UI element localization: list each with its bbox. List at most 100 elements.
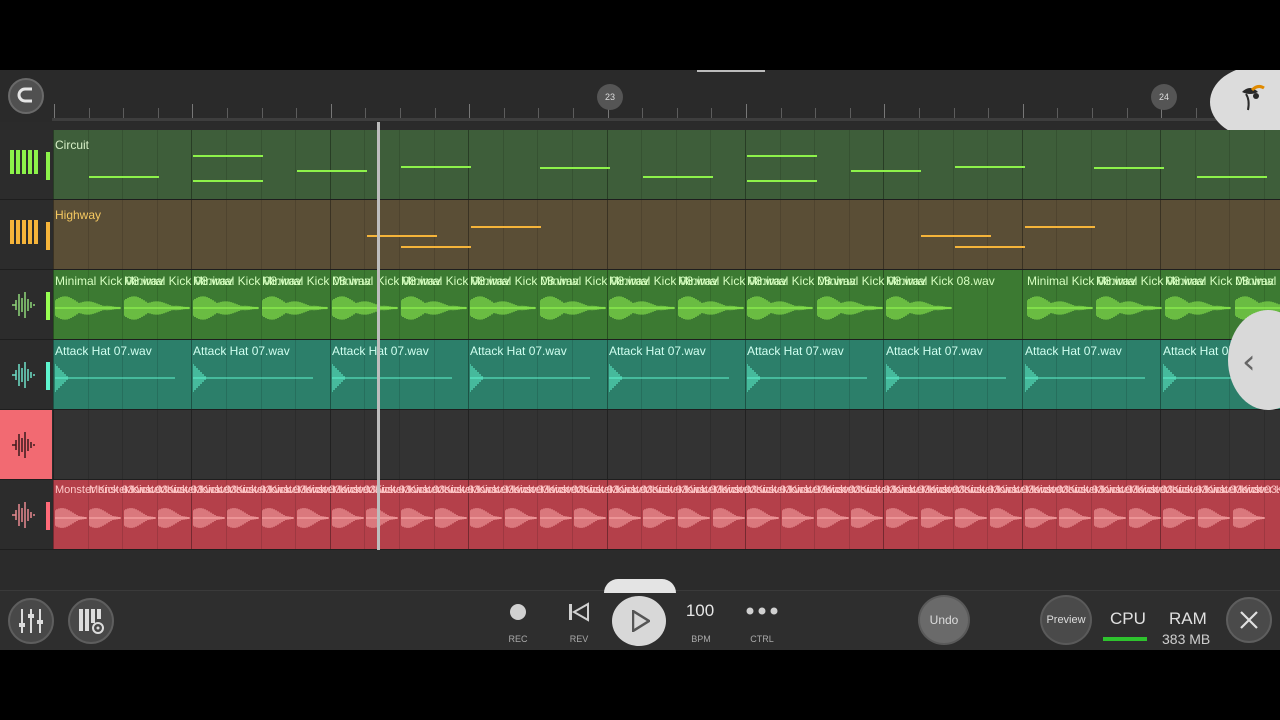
audio-waveform[interactable]	[1027, 290, 1093, 326]
track-lane-highway[interactable]: Highway	[53, 200, 1280, 269]
audio-waveform[interactable]	[1025, 500, 1057, 536]
audio-waveform[interactable]	[574, 500, 606, 536]
bar-marker-23[interactable]: 23	[597, 84, 623, 110]
skip-back-icon[interactable]	[568, 602, 590, 622]
audio-waveform[interactable]	[1059, 500, 1091, 536]
midi-note[interactable]	[1197, 176, 1267, 178]
undo-button[interactable]: Undo	[918, 595, 970, 645]
audio-waveform[interactable]	[401, 500, 433, 536]
timeline-ruler[interactable]: 23 24	[0, 70, 1280, 138]
audio-waveform[interactable]	[401, 290, 467, 326]
audio-waveform[interactable]	[678, 290, 744, 326]
audio-waveform[interactable]	[55, 290, 121, 326]
midi-note[interactable]	[747, 180, 817, 182]
audio-waveform[interactable]	[1025, 360, 1145, 396]
audio-waveform[interactable]	[817, 290, 883, 326]
audio-waveform[interactable]	[470, 290, 536, 326]
bar-marker-24[interactable]: 24	[1151, 84, 1177, 110]
play-button[interactable]	[612, 596, 666, 646]
audio-waveform[interactable]	[124, 500, 156, 536]
preview-button[interactable]: Preview	[1040, 595, 1092, 645]
audio-waveform[interactable]	[990, 500, 1022, 536]
audio-waveform[interactable]	[1094, 500, 1126, 536]
audio-waveform[interactable]	[193, 360, 313, 396]
audio-waveform[interactable]	[435, 500, 467, 536]
audio-waveform[interactable]	[262, 290, 328, 326]
audio-waveform[interactable]	[540, 290, 606, 326]
audio-waveform[interactable]	[332, 360, 452, 396]
midi-note[interactable]	[851, 170, 921, 172]
audio-waveform[interactable]	[470, 360, 590, 396]
audio-waveform[interactable]	[89, 500, 121, 536]
audio-waveform[interactable]	[297, 500, 329, 536]
track-lane-kick[interactable]: Minimal Kick 08.wav Minimal Kick 08.wav Mi…	[53, 270, 1280, 339]
piano-roll-settings-button[interactable]	[68, 598, 114, 644]
track-header-highway[interactable]	[0, 200, 52, 269]
audio-waveform[interactable]	[366, 500, 398, 536]
audio-waveform[interactable]	[332, 290, 398, 326]
audio-waveform[interactable]	[55, 360, 175, 396]
audio-waveform[interactable]	[1129, 500, 1161, 536]
audio-waveform[interactable]	[643, 500, 675, 536]
audio-waveform[interactable]	[886, 500, 918, 536]
audio-waveform[interactable]	[1163, 500, 1195, 536]
snap-magnet-button[interactable]	[8, 78, 44, 114]
audio-waveform[interactable]	[747, 290, 813, 326]
midi-note[interactable]	[955, 246, 1025, 248]
audio-waveform[interactable]	[886, 360, 1006, 396]
audio-waveform[interactable]	[678, 500, 710, 536]
tempo-value[interactable]: 100	[680, 601, 720, 621]
audio-waveform[interactable]	[193, 290, 259, 326]
audio-waveform[interactable]	[1096, 290, 1162, 326]
audio-waveform[interactable]	[609, 290, 675, 326]
audio-waveform[interactable]	[886, 290, 952, 326]
midi-note[interactable]	[540, 167, 610, 169]
more-dots-icon[interactable]	[746, 606, 778, 616]
track-header-monster[interactable]	[0, 480, 52, 549]
audio-waveform[interactable]	[227, 500, 259, 536]
audio-waveform[interactable]	[609, 360, 729, 396]
audio-waveform[interactable]	[193, 500, 225, 536]
midi-note[interactable]	[643, 176, 713, 178]
midi-note[interactable]	[193, 180, 263, 182]
track-lane-monster[interactable]: Monster Kick 03.wav Monster Kick 03.wav Mo…	[53, 480, 1280, 549]
close-button[interactable]	[1226, 597, 1272, 643]
pull-down-handle[interactable]	[697, 70, 765, 72]
audio-waveform[interactable]	[609, 500, 641, 536]
midi-note[interactable]	[921, 235, 991, 237]
track-header-kick[interactable]	[0, 270, 52, 339]
midi-note[interactable]	[747, 155, 817, 157]
audio-waveform[interactable]	[1165, 290, 1231, 326]
track-lane-hat[interactable]: Attack Hat 07.wav Attack Hat 07.wav Attack…	[53, 340, 1280, 409]
midi-note[interactable]	[471, 226, 541, 228]
fl-menu-button[interactable]	[1210, 70, 1280, 138]
audio-waveform[interactable]	[158, 500, 190, 536]
midi-note[interactable]	[193, 155, 263, 157]
midi-note[interactable]	[1025, 226, 1095, 228]
audio-waveform[interactable]	[540, 500, 572, 536]
audio-waveform[interactable]	[262, 500, 294, 536]
playhead[interactable]	[377, 122, 380, 550]
audio-waveform[interactable]	[124, 290, 190, 326]
midi-note[interactable]	[297, 170, 367, 172]
track-header-circuit[interactable]	[0, 130, 52, 199]
audio-waveform[interactable]	[955, 500, 987, 536]
track-lane-empty[interactable]	[53, 410, 1280, 479]
track-header-selected[interactable]	[0, 410, 52, 479]
midi-note[interactable]	[955, 166, 1025, 168]
audio-waveform[interactable]	[782, 500, 814, 536]
audio-waveform[interactable]	[747, 500, 779, 536]
audio-waveform[interactable]	[470, 500, 502, 536]
audio-waveform[interactable]	[817, 500, 849, 536]
audio-waveform[interactable]	[1233, 500, 1265, 536]
audio-waveform[interactable]	[1198, 500, 1230, 536]
track-header-hat[interactable]	[0, 340, 52, 409]
mixer-button[interactable]	[8, 598, 54, 644]
midi-note[interactable]	[401, 166, 471, 168]
midi-note[interactable]	[1094, 167, 1164, 169]
audio-waveform[interactable]	[505, 500, 537, 536]
record-dot-icon[interactable]	[509, 603, 527, 621]
audio-waveform[interactable]	[921, 500, 953, 536]
audio-waveform[interactable]	[55, 500, 87, 536]
audio-waveform[interactable]	[713, 500, 745, 536]
